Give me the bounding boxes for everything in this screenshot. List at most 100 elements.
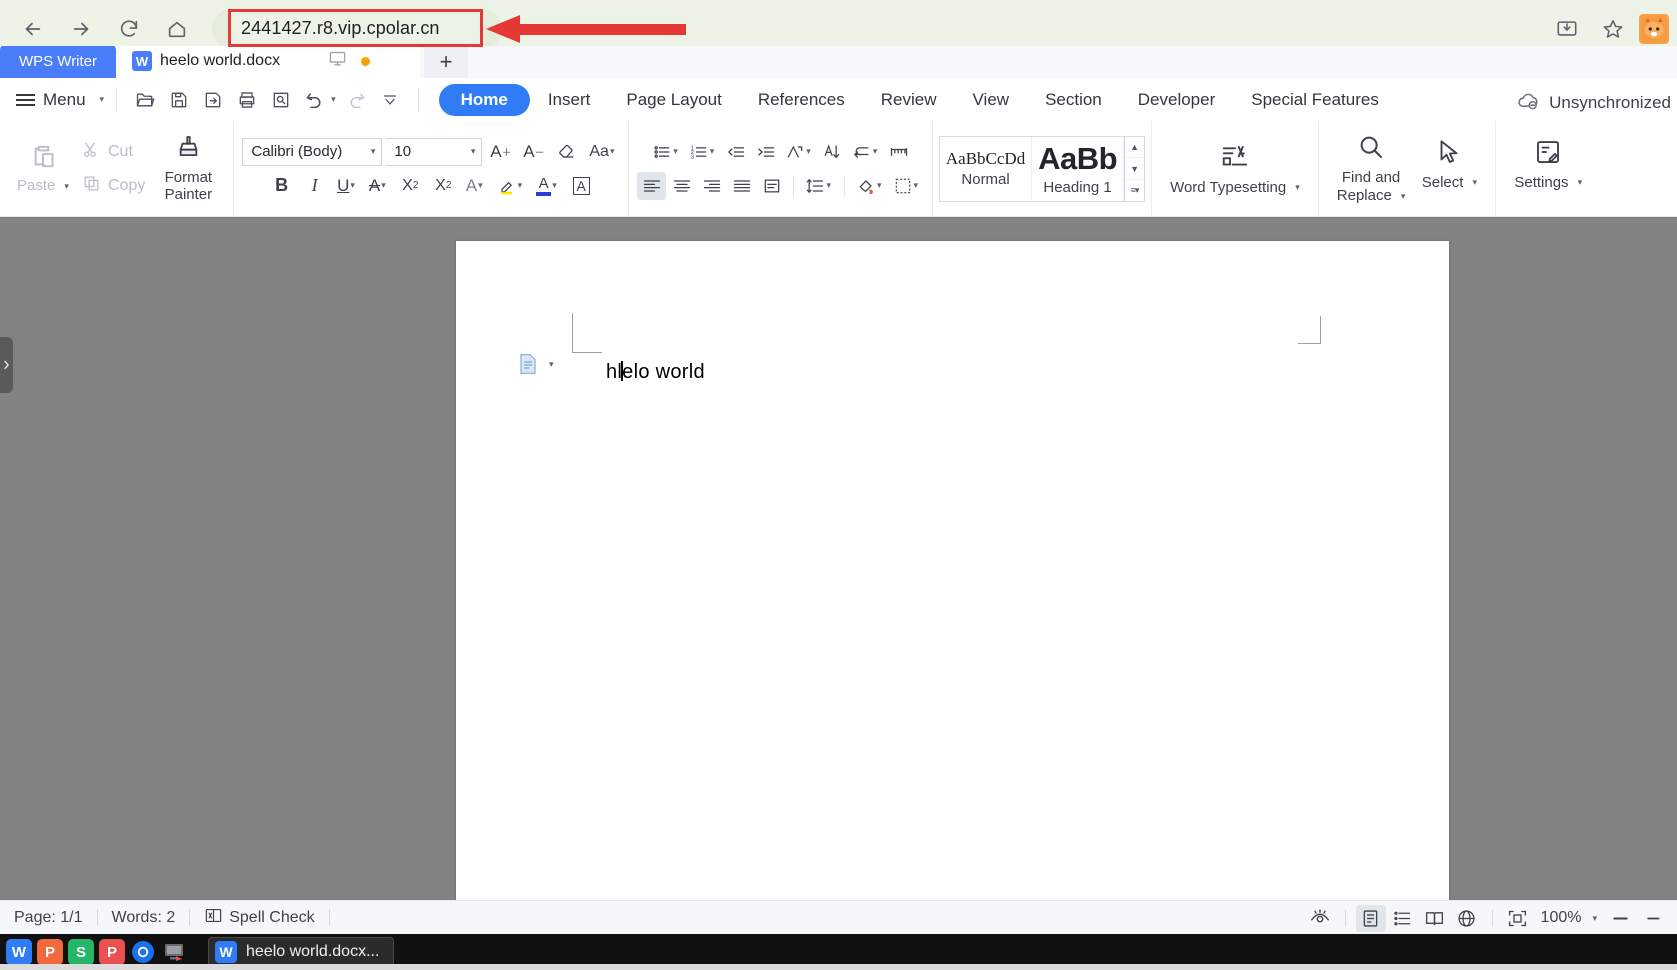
bullet-list-icon[interactable]: ▾	[648, 138, 684, 166]
wps-spreadsheet-launcher[interactable]: S	[68, 939, 94, 965]
tab-review[interactable]: Review	[863, 84, 955, 116]
presentation-screen-icon[interactable]	[328, 49, 347, 73]
style-heading-1[interactable]: AaBb Heading 1	[1032, 137, 1124, 201]
grow-font-icon[interactable]: A＋	[486, 138, 515, 166]
zoom-out-minus-icon[interactable]	[1605, 905, 1635, 932]
tab-home[interactable]: Home	[439, 84, 530, 116]
chevron-down-icon[interactable]: ▾	[549, 359, 554, 370]
tab-developer[interactable]: Developer	[1120, 84, 1234, 116]
new-tab-button[interactable]: +	[424, 46, 468, 78]
align-right-icon[interactable]	[697, 172, 726, 200]
paste-button[interactable]: Paste▾	[10, 142, 76, 194]
show-paragraph-marks-icon[interactable]: ▾	[848, 138, 884, 166]
chevron-down-icon[interactable]: ▾	[471, 146, 476, 157]
italic-icon[interactable]: I	[300, 172, 329, 200]
star-icon[interactable]	[1593, 9, 1633, 49]
print-icon[interactable]	[231, 85, 262, 115]
word-typesetting-button[interactable]: Word Typesetting▾	[1162, 142, 1308, 196]
customize-qat-icon[interactable]	[375, 85, 406, 115]
paste-options-icon[interactable]: ▾	[518, 353, 554, 375]
document-body-text[interactable]: hlelo world	[606, 361, 705, 384]
align-center-icon[interactable]	[667, 172, 696, 200]
find-replace-button[interactable]: Find and Replace▾	[1329, 132, 1414, 204]
tab-page-layout[interactable]: Page Layout	[608, 84, 739, 116]
chevron-down-icon[interactable]: ▾	[371, 146, 376, 157]
zoom-slider-handle[interactable]	[1637, 905, 1667, 932]
font-color-icon[interactable]: A ▾	[532, 172, 563, 200]
open-icon[interactable]	[129, 85, 160, 115]
save-as-icon[interactable]	[197, 85, 228, 115]
undo-icon[interactable]	[299, 85, 330, 115]
cut-button[interactable]: Cut	[78, 138, 149, 166]
decrease-indent-icon[interactable]	[721, 138, 750, 166]
shading-icon[interactable]: ▾	[852, 172, 888, 200]
copy-button[interactable]: Copy	[78, 172, 149, 200]
eye-read-icon[interactable]	[1305, 905, 1335, 932]
page-indicator[interactable]: Page: 1/1	[0, 909, 97, 927]
subscript-icon[interactable]: X2	[429, 172, 458, 200]
wps-writer-brand-tab[interactable]: WPS Writer	[0, 46, 116, 78]
justify-icon[interactable]	[727, 172, 756, 200]
tab-special-features[interactable]: Special Features	[1233, 84, 1397, 116]
distribute-icon[interactable]	[757, 172, 786, 200]
install-app-icon[interactable]	[1547, 9, 1587, 49]
word-count[interactable]: Words: 2	[98, 909, 190, 927]
print-preview-icon[interactable]	[265, 85, 296, 115]
chromium-launcher[interactable]	[130, 939, 156, 965]
wps-presentation-launcher[interactable]: P	[37, 939, 63, 965]
superscript-icon[interactable]: X2	[396, 172, 425, 200]
outline-view-icon[interactable]	[1388, 905, 1418, 932]
paragraph-ruler-icon[interactable]	[884, 138, 913, 166]
forward-arrow-icon[interactable]	[60, 8, 102, 50]
print-layout-view-icon[interactable]	[1356, 905, 1386, 932]
menu-button[interactable]: Menu ▾	[16, 90, 104, 110]
wps-writer-launcher[interactable]: W	[6, 939, 32, 965]
shrink-font-icon[interactable]: A－	[519, 138, 548, 166]
sort-icon[interactable]	[818, 138, 847, 166]
zoom-level-control[interactable]: 100% ▾	[1535, 909, 1603, 927]
document-page[interactable]: ▾ hlelo world	[456, 241, 1449, 900]
taskbar-active-task[interactable]: W heelo world.docx...	[208, 937, 394, 967]
expand-sidebar-handle[interactable]	[0, 337, 13, 393]
numbered-list-icon[interactable]: 123 ▾	[685, 138, 721, 166]
url-input[interactable]: 2441427.r8.vip.cpolar.cn	[228, 9, 483, 47]
tab-view[interactable]: View	[955, 84, 1028, 116]
tab-insert[interactable]: Insert	[530, 84, 609, 116]
styles-scroll-up-icon[interactable]: ▲	[1125, 137, 1144, 159]
home-icon[interactable]	[156, 8, 198, 50]
text-effects-icon[interactable]: A▾	[462, 172, 489, 200]
settings-button[interactable]: Settings▾	[1506, 137, 1590, 191]
select-button[interactable]: Select▾	[1413, 137, 1485, 191]
multilevel-list-icon[interactable]: ▾	[781, 138, 817, 166]
extension-avatar-icon[interactable]	[1639, 14, 1669, 44]
borders-icon[interactable]: ▾	[889, 172, 925, 200]
font-name-input[interactable]: Calibri (Body) ▾	[242, 138, 382, 166]
remote-desktop-launcher[interactable]	[161, 939, 187, 965]
spell-check-button[interactable]: Spell Check	[190, 906, 328, 930]
reading-view-icon[interactable]	[1420, 905, 1450, 932]
increase-indent-icon[interactable]	[751, 138, 780, 166]
change-case-icon[interactable]: Aa▾	[585, 138, 620, 166]
format-painter-button[interactable]: Format Painter	[151, 134, 225, 204]
wps-pdf-launcher[interactable]: P	[99, 939, 125, 965]
redo-icon[interactable]	[341, 85, 372, 115]
font-size-input[interactable]: 10 ▾	[386, 138, 482, 166]
clear-formatting-icon[interactable]	[552, 138, 581, 166]
tab-references[interactable]: References	[740, 84, 863, 116]
strikethrough-icon[interactable]: A▾	[365, 172, 392, 200]
undo-dropdown-icon[interactable]: ▾	[331, 94, 336, 105]
underline-icon[interactable]: U▾	[333, 172, 361, 200]
tab-section[interactable]: Section	[1027, 84, 1120, 116]
sync-status[interactable]: Unsynchronized	[1516, 88, 1671, 118]
reload-icon[interactable]	[108, 8, 150, 50]
styles-scroll-down-icon[interactable]: ▼	[1125, 158, 1144, 180]
align-left-icon[interactable]	[637, 172, 666, 200]
document-canvas[interactable]: ▾ hlelo world	[0, 217, 1677, 900]
back-arrow-icon[interactable]	[12, 8, 54, 50]
style-normal[interactable]: AaBbCcDd Normal	[940, 137, 1032, 201]
line-spacing-icon[interactable]: ▾	[801, 172, 837, 200]
web-layout-view-icon[interactable]	[1452, 905, 1482, 932]
document-tab[interactable]: W heelo world.docx	[120, 46, 420, 78]
styles-more-icon[interactable]: ≡▾	[1125, 180, 1144, 201]
save-icon[interactable]	[163, 85, 194, 115]
